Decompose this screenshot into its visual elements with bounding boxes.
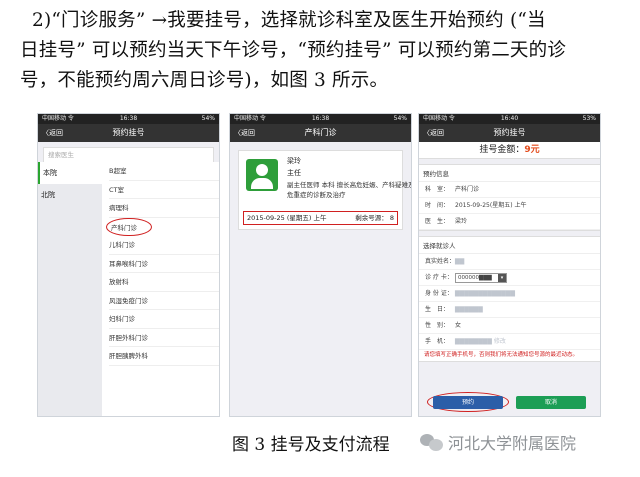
booking-info-section: 预约信息 科 室： 产科门诊 时 间： 2015-09-25(星期五) 上午 医 生…: [419, 164, 600, 231]
figure-caption: 图 3 挂号及支付流程: [232, 435, 390, 455]
card-select[interactable]: 000000▇▇▇ ▾: [455, 272, 507, 283]
battery-level: 54%: [201, 115, 215, 122]
department-item[interactable]: 妇科门诊: [109, 310, 219, 329]
department-item[interactable]: 儿科门诊: [109, 236, 219, 255]
department-item[interactable]: 病理科: [109, 199, 219, 218]
info-row: 医 生： 梁玲: [419, 214, 600, 230]
paragraph-line: 号，不能预约周六周日诊号)，如图 3 所示。: [20, 70, 389, 91]
patient-row: 真实姓名：▇▇: [419, 254, 600, 270]
patient-row[interactable]: 诊 疗 卡： 000000▇▇▇ ▾: [419, 270, 600, 286]
watermark: 河北大学附属医院: [420, 430, 576, 454]
department-item-selected[interactable]: 产科门诊: [106, 217, 152, 236]
action-buttons: 预约 取消: [419, 392, 600, 412]
campus-list: 本院 北院: [38, 162, 102, 416]
phone-warning: 请您填写正确手机号，否则我们将无法通知您号源的最近动态。: [424, 352, 579, 358]
campus-item[interactable]: 本院: [38, 162, 102, 184]
department-item[interactable]: 耳鼻喉科门诊: [109, 255, 219, 273]
page-title: 预约挂号: [493, 128, 526, 137]
info-row: 科 室： 产科门诊: [419, 182, 600, 198]
fee-label: 挂号金额：: [479, 145, 525, 155]
department-item[interactable]: B超室: [109, 162, 219, 181]
nav-bar: 〈返回 预约挂号: [419, 124, 600, 142]
intro-paragraph: 2)“门诊服务” →我要挂号，选择就诊科室及医生开始预约 (“当 日挂号” 可以…: [20, 6, 632, 96]
department-item[interactable]: 放射科: [109, 273, 219, 292]
clock: 16:38: [311, 115, 330, 122]
doctor-name: 梁玲: [287, 157, 301, 165]
appointment-slot[interactable]: 2015-09-25 (星期五) 上午 剩余号源： 8: [243, 211, 398, 225]
slot-remaining: 剩余号源： 8: [355, 214, 394, 222]
patient-row[interactable]: 手 机： ▇▇▇▇▇▇▇▇ 修改: [419, 334, 600, 350]
back-button[interactable]: 〈返回: [234, 124, 255, 142]
search-input[interactable]: 搜索医生: [43, 147, 214, 163]
nav-bar: 〈返回 预约挂号: [38, 124, 219, 142]
doctor-title: 主任: [287, 169, 301, 177]
status-bar: 中国移动 令 16:38 54%: [38, 114, 219, 124]
cancel-button[interactable]: 取消: [516, 396, 586, 409]
patient-row: 身 份 证： ▇▇▇▇▇▇▇▇▇▇▇▇▇: [419, 286, 600, 302]
phone-screenshot-doctor-list: 中国移动 令 16:38 54% 〈返回 产科门诊 梁玲 主任 副主任医师 本科…: [229, 113, 412, 417]
clock: 16:38: [119, 115, 138, 122]
phone-screenshot-department-list: 中国移动 令 16:38 54% 〈返回 预约挂号 搜索医生 本院 北院 B超室…: [37, 113, 220, 417]
campus-item[interactable]: 北院: [38, 184, 102, 206]
department-list: B超室 CT室 病理科 产科门诊 儿科门诊 耳鼻喉科门诊 放射科 风湿免疫门诊 …: [102, 162, 219, 416]
phone-screenshot-booking-form: 中国移动 令 16:40 53% 〈返回 预约挂号 挂号金额：9元 预约信息 科…: [418, 113, 601, 417]
paragraph-line: 日挂号” 可以预约当天下午诊号，“预约挂号” 可以预约第二天的诊: [20, 40, 567, 61]
status-bar: 中国移动 令 16:38 54%: [230, 114, 411, 124]
doctor-avatar-icon: [246, 159, 278, 191]
section-header: 预约信息: [419, 165, 600, 182]
chevron-down-icon: ▾: [498, 273, 506, 282]
back-button[interactable]: 〈返回: [423, 124, 444, 142]
doctor-description: 副主任医师 本科 擅长高危妊娠、产科疑难及危重症的诊断及治疗: [287, 181, 412, 199]
patient-row: 性 别：女: [419, 318, 600, 334]
clock: 16:40: [500, 115, 519, 122]
status-bar: 中国移动 令 16:40 53%: [419, 114, 600, 124]
doctor-card[interactable]: 梁玲 主任 副主任医师 本科 擅长高危妊娠、产科疑难及危重症的诊断及治疗 201…: [238, 150, 411, 230]
page-title: 产科门诊: [304, 128, 337, 137]
info-row: 时 间： 2015-09-25(星期五) 上午: [419, 198, 600, 214]
nav-bar: 〈返回 产科门诊: [230, 124, 411, 142]
patient-row: 生 日： ▇▇▇▇▇▇: [419, 302, 600, 318]
section-header: 选择就诊人: [419, 237, 600, 254]
page-title: 预约挂号: [112, 128, 145, 137]
fee-amount: 9元: [524, 145, 540, 155]
department-item[interactable]: 肝胆外科门诊: [109, 329, 219, 347]
battery-level: 54%: [393, 115, 407, 122]
department-item[interactable]: 风湿免疫门诊: [109, 292, 219, 310]
wechat-icon: [420, 432, 444, 452]
slot-date: 2015-09-25 (星期五) 上午: [247, 214, 327, 222]
department-item[interactable]: 肝胆胰脾外科: [109, 347, 219, 366]
paragraph-line: 2)“门诊服务” →我要挂号，选择就诊科室及医生开始预约 (“当: [32, 10, 546, 31]
confirm-button[interactable]: 预约: [433, 396, 503, 409]
battery-level: 53%: [582, 115, 596, 122]
fee-display: 挂号金额：9元: [419, 142, 600, 159]
watermark-text: 河北大学附属医院: [448, 434, 577, 453]
department-item[interactable]: CT室: [109, 181, 219, 199]
patient-section: 选择就诊人 真实姓名：▇▇ 诊 疗 卡： 000000▇▇▇ ▾ 身 份 证： ▇▇▇…: [419, 236, 600, 362]
back-button[interactable]: 〈返回: [42, 124, 63, 142]
